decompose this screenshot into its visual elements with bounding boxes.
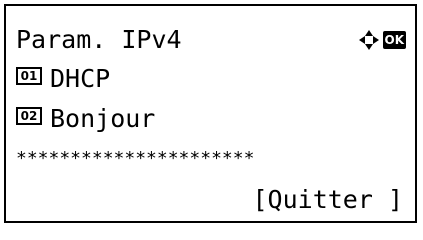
lcd-screen: Param. IPv4 OK 01 DHCP 02 Bonjour ********… xyxy=(4,4,417,223)
quit-softkey[interactable]: [Quitter ] xyxy=(252,182,403,218)
item-number-badge: 02 xyxy=(16,107,42,125)
truncated-row-stars: ********************** xyxy=(16,148,255,169)
ok-key-icon: OK xyxy=(382,31,406,49)
partial-menu-row: ********************** xyxy=(16,140,254,176)
screen-title: Param. IPv4 xyxy=(16,25,182,54)
menu-item-dhcp[interactable]: 01 DHCP xyxy=(16,60,110,96)
four-way-arrows-icon xyxy=(358,30,379,50)
navigation-hint: OK xyxy=(358,30,406,50)
title-row: Param. IPv4 OK xyxy=(16,22,406,58)
menu-item-label: Bonjour xyxy=(50,104,156,133)
menu-item-label: DHCP xyxy=(50,64,111,93)
item-number-badge: 01 xyxy=(16,67,42,85)
menu-item-bonjour[interactable]: 02 Bonjour xyxy=(16,100,155,136)
quit-softkey-label: [Quitter ] xyxy=(252,185,403,214)
